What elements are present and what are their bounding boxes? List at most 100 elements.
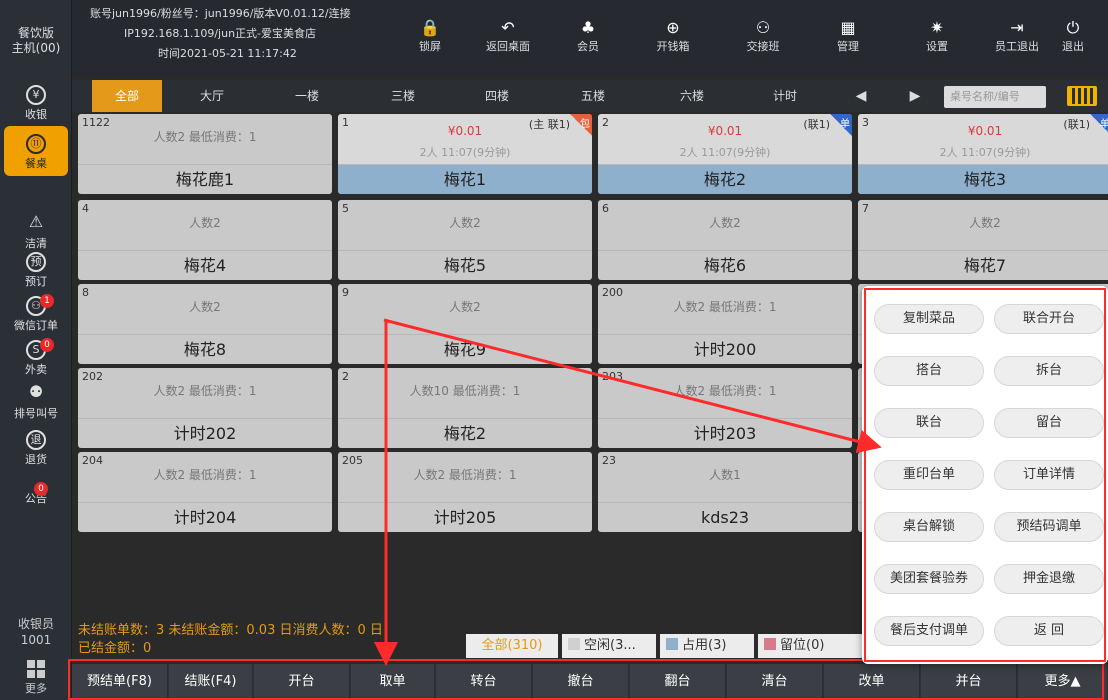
more-actions-popup: 复制菜品 联合开台 搭台 拆台 联台 留台 重印台单 订单详情 桌台解锁 预结码调单 美团套餐验券押… [862,286,1108,664]
table-unlock-button[interactable]: 桌台解锁 [874,512,984,542]
deposit-refund-button[interactable]: 押金退缴 [994,564,1104,594]
tab-all[interactable]: 全部 [92,80,162,112]
prebill-code-order-button[interactable]: 预结码调单 [994,512,1104,542]
share-table-button[interactable]: 搭台 [874,356,984,386]
open-table-button[interactable]: 开台 [254,664,350,700]
account-info: 账号jun1996/粉丝号：jun1996/版本V0.01.12/连接 IP19… [90,4,351,64]
table-name: 梅花8 [78,334,332,364]
table-name: 计时200 [598,334,852,364]
table-card[interactable]: 8 人数2 梅花8 [78,284,332,364]
table-name: kds23 [598,502,852,532]
table-card[interactable]: 204 人数2 最低消费：1 计时204 [78,452,332,532]
manage-button[interactable]: ▦ 管理 [803,18,893,54]
tab-floor-6[interactable]: 六楼 [657,80,727,112]
table-card[interactable]: 200 人数2 最低消费：1 计时200 [598,284,852,364]
brand: 餐饮版 主机(00) [0,26,72,56]
sidebar-item-queue[interactable]: ⚉ 排号叫号 [4,384,68,422]
filter-all-label: 全部(310) [481,638,543,653]
tab-next-arrow[interactable]: ▶ [900,80,930,112]
shift-handover-button[interactable]: ⚇ 交接班 [718,18,808,54]
notice-badge: 0 [34,482,48,496]
modify-order-button[interactable]: 改单 [824,664,920,700]
hold-table-button[interactable]: 留台 [994,408,1104,438]
checkout-button[interactable]: 结账(F4) [169,664,253,700]
filter-free[interactable]: 空闲(3... [562,634,656,658]
table-card[interactable]: 2 ¥0.01 2人 11:07(9分钟) (联1) 单梅花2 [598,114,852,194]
tab-floor-4[interactable]: 四楼 [462,80,532,112]
pre-bill-button[interactable]: 预结单(F8) [72,664,168,700]
table-card[interactable]: 5 人数2 梅花5 [338,200,592,280]
sidebar-item-label: 退货 [25,453,47,466]
sidebar-item-tables[interactable]: ⑪ 餐桌 [4,126,68,176]
table-card[interactable]: 7 人数2 梅花7 [858,200,1108,280]
sidebar-item-reservation[interactable]: 预 预订 [4,252,68,290]
table-card[interactable]: 9 人数2 梅花9 [338,284,592,364]
table-link-tag: (联1) [803,118,830,131]
settings-button[interactable]: ✷ 设置 [892,18,982,54]
tab-floor-3[interactable]: 三楼 [368,80,438,112]
table-card[interactable]: 3 ¥0.01 2人 11:07(9分钟) (联1) 单梅花3 [858,114,1108,194]
tab-floor-1[interactable]: 一楼 [272,80,342,112]
table-name: 计时202 [78,418,332,448]
more-button[interactable]: 更多▲ [1018,664,1108,700]
sidebar-item-label: 洁清 [25,237,47,250]
tab-prev-arrow[interactable]: ◀ [846,80,876,112]
sidebar-item-cleaning[interactable]: ⚠ 洁清 [4,214,68,254]
table-card[interactable]: 203 人数2 最低消费：1 计时203 [598,368,852,448]
lock-icon: 🔒 [420,18,440,37]
sidebar-item-wechat-orders[interactable]: ⚇ 1 微信订单 [4,294,68,334]
link-table-button[interactable]: 联台 [874,408,984,438]
filter-occupied[interactable]: 占用(3) [660,634,754,658]
sidebar-item-cashier[interactable]: ¥ 收银 [4,82,68,121]
table-name: 梅花2 [338,418,592,448]
table-card[interactable]: 4 人数2 梅花4 [78,200,332,280]
keyboard-icon[interactable] [1067,86,1097,106]
back-desktop-button[interactable]: ↶ 返回桌面 [463,18,553,54]
table-card[interactable]: 6 人数2 梅花6 [598,200,852,280]
sidebar-more-button[interactable]: 更多 [0,660,72,696]
merge-table-button[interactable]: 并台 [921,664,1017,700]
open-cashbox-button[interactable]: ⊕ 开钱箱 [628,18,718,54]
table-info: 人数1 [709,468,741,482]
table-card[interactable]: 23 人数1 kds23 [598,452,852,532]
transfer-table-button[interactable]: 转台 [436,664,532,700]
table-card[interactable]: 202 人数2 最低消费：1 计时202 [78,368,332,448]
tab-floor-5[interactable]: 五楼 [558,80,628,112]
tab-timed[interactable]: 计时 [750,80,820,112]
take-order-button[interactable]: 取单 [351,664,435,700]
filter-all[interactable]: 全部(310) [466,634,558,658]
reprint-order-button[interactable]: 重印台单 [874,460,984,490]
back-button[interactable]: 返 回 [994,616,1104,646]
corner-badge-label: 单 [840,119,850,130]
power-icon: ⏻ [1066,18,1080,37]
cancel-table-button[interactable]: 撤台 [533,664,629,700]
brand-line-1: 餐饮版 [17,26,54,40]
order-details-button[interactable]: 订单详情 [994,460,1104,490]
lock-screen-button[interactable]: 🔒 锁屏 [385,18,475,54]
table-name: 梅花5 [338,250,592,280]
post-pay-order-button[interactable]: 餐后支付调单 [874,616,984,646]
filter-reserved[interactable]: 留位(0) [758,634,862,658]
grid-icon [27,660,45,678]
copy-dishes-button[interactable]: 复制菜品 [874,304,984,334]
sidebar-item-takeaway[interactable]: S 0 外卖 [4,338,68,376]
table-card[interactable]: 1 ¥0.01 2人 11:07(9分钟) (主 联1) 包梅花1 [338,114,592,194]
sidebar-item-returns[interactable]: 退 退货 [4,430,68,466]
table-search-input[interactable]: 桌号名称/编号 [944,86,1046,108]
member-button[interactable]: ♣ 会员 [543,18,633,54]
meituan-voucher-button[interactable]: 美团套餐验券 [874,564,984,594]
sidebar-item-notice[interactable]: 0 公告 [4,482,68,514]
table-card[interactable]: 1122 人数2 最低消费：1 梅花鹿1 [78,114,332,194]
table-card[interactable]: 205 人数2 最低消费：1 计时205 [338,452,592,532]
split-table-button[interactable]: 拆台 [994,356,1104,386]
tab-hall[interactable]: 大厅 [177,80,247,112]
table-card[interactable]: 2 人数10 最低消费：1 梅花2 [338,368,592,448]
joint-open-button[interactable]: 联合开台 [994,304,1104,334]
cashier-id: 1001 [20,633,52,647]
clear-table-button[interactable]: 清台 [727,664,823,700]
table-name: 梅花1 [338,164,592,194]
table-info: 人数2 [969,216,1001,230]
turn-table-button[interactable]: 翻台 [630,664,726,700]
exit-button[interactable]: ⏻ 退出 [1038,18,1108,54]
table-name: 梅花7 [858,250,1108,280]
